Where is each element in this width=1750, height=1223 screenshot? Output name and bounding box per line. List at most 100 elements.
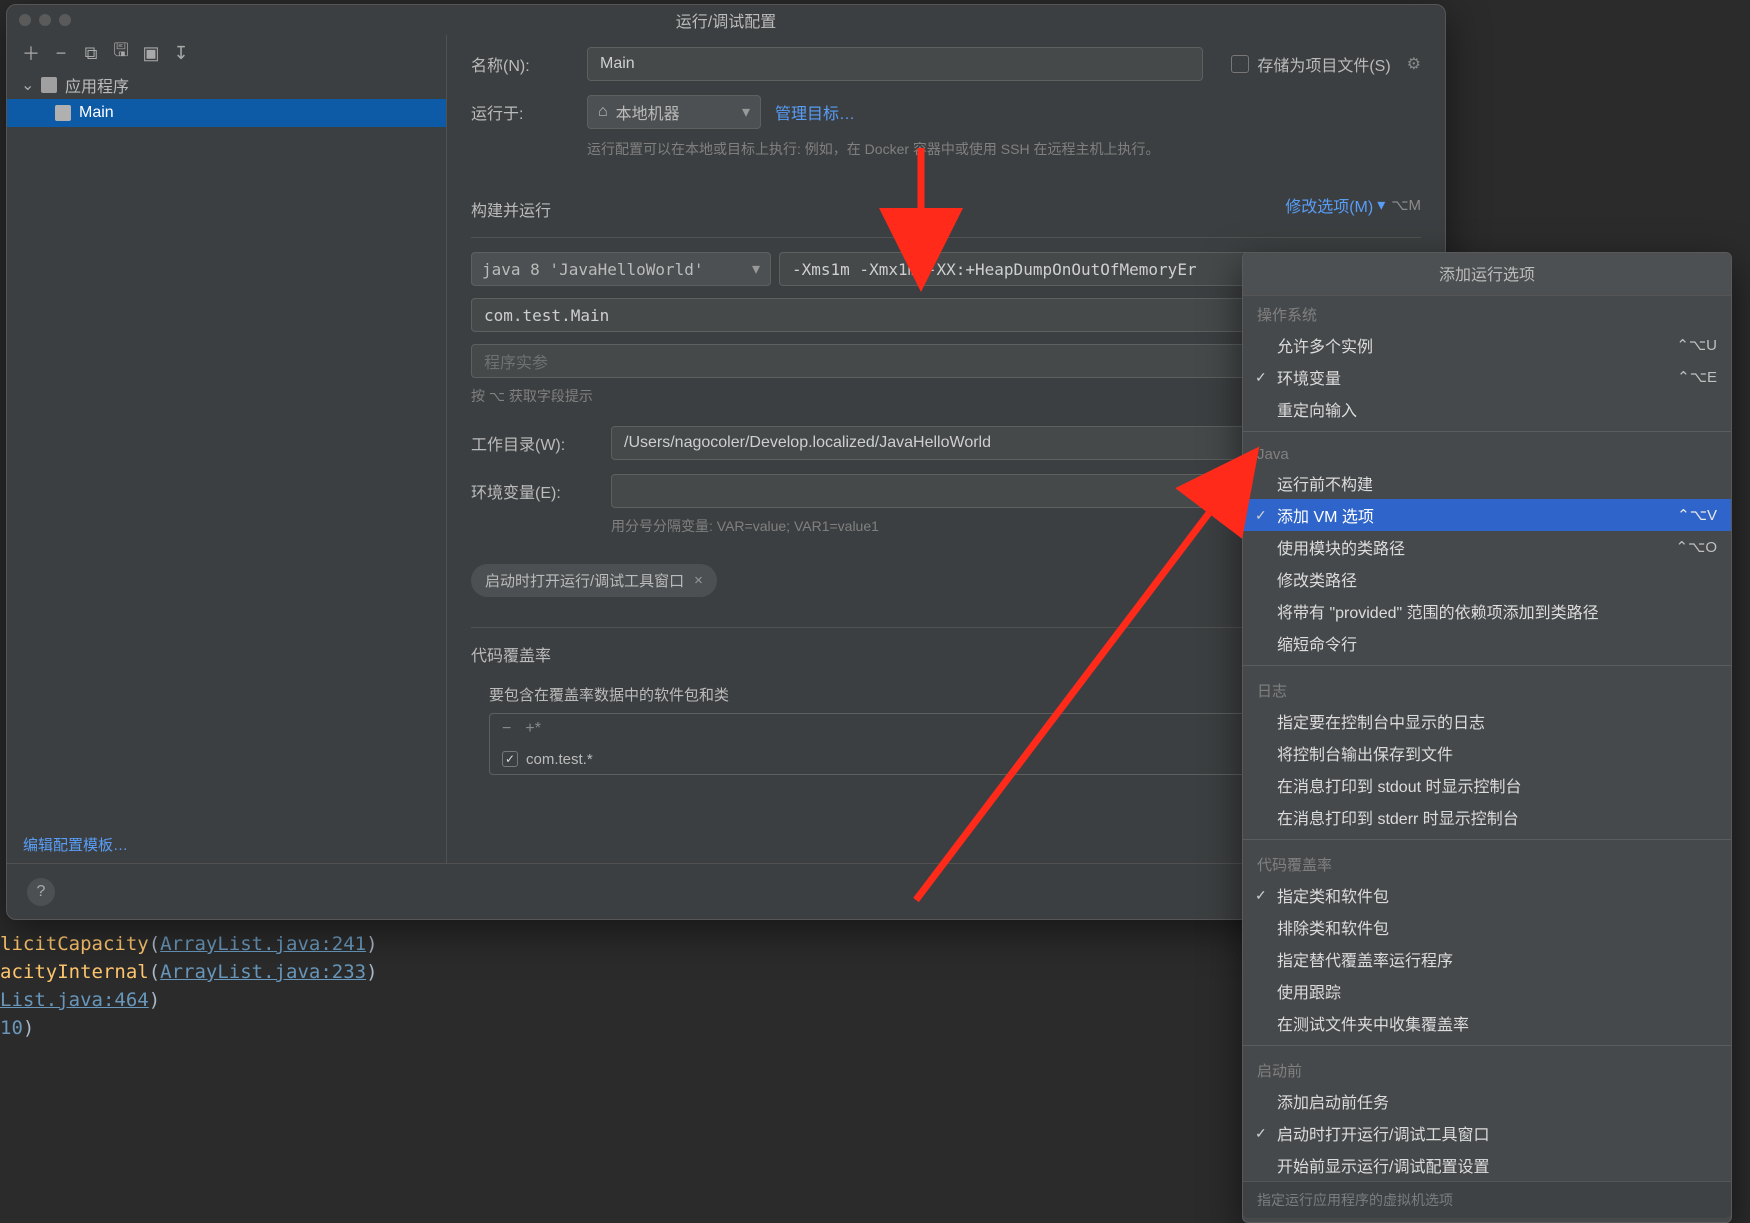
popup-item-label: 缩短命令行 [1277,631,1357,655]
popup-item[interactable]: ✓ 添加 VM 选项 ⌃⌥V [1243,499,1731,531]
popup-item-label: 使用模块的类路径 [1277,535,1405,559]
workdir-label: 工作目录(W): [471,431,611,455]
jdk-combo[interactable]: java 8 'JavaHelloWorld' ▾ [471,252,771,286]
popup-item-label: 开始前显示运行/调试配置设置 [1277,1153,1489,1177]
popup-group-label: 启动前 [1243,1052,1731,1085]
tree-node-main[interactable]: Main [7,99,446,127]
name-input[interactable]: Main [587,47,1203,81]
env-label: 环境变量(E): [471,479,611,503]
popup-item-label: 指定替代覆盖率运行程序 [1277,947,1453,971]
help-button[interactable]: ? [27,878,55,906]
popup-item-shortcut: ⌃⌥O [1675,538,1717,556]
popup-item[interactable]: 在消息打印到 stdout 时显示控制台 [1243,769,1731,801]
popup-group-label: 日志 [1243,672,1731,705]
add-icon[interactable]: ＋ [21,40,41,66]
run-debug-config-dialog: 运行/调试配置 ＋ − ⧉ 🖫 ▣ ↧ ⌄ 应用程序 Main [6,4,1446,920]
popup-item-label: 将控制台输出保存到文件 [1277,741,1453,765]
env-hint: 用分号分隔变量: VAR=value; VAR1=value1 [611,516,879,536]
popup-item[interactable]: 添加启动前任务 [1243,1085,1731,1117]
popup-item-label: 指定要在控制台中显示的日志 [1277,709,1485,733]
sidebar-toolbar: ＋ − ⧉ 🖫 ▣ ↧ [7,35,446,71]
dialog-footer: ? 取消 应 [7,863,1445,919]
run-on-hint: 运行配置可以在本地或目标上执行: 例如，在 Docker 容器中或使用 SSH … [587,139,1159,159]
gear-icon[interactable]: ⚙ [1407,54,1421,74]
popup-item-label: 添加启动前任务 [1277,1089,1389,1113]
popup-item-label: 在消息打印到 stdout 时显示控制台 [1277,773,1521,797]
copy-icon[interactable]: ⧉ [81,43,101,64]
popup-item[interactable]: 指定替代覆盖率运行程序 [1243,943,1731,975]
check-icon: ✓ [1255,369,1267,386]
popup-item-label: 启动时打开运行/调试工具窗口 [1277,1121,1489,1145]
tree-node-application[interactable]: ⌄ 应用程序 [7,71,446,99]
popup-item-label: 运行前不构建 [1277,471,1373,495]
popup-item[interactable]: 在测试文件夹中收集覆盖率 [1243,1007,1731,1039]
run-config-icon [55,105,71,121]
popup-item-label: 允许多个实例 [1277,333,1373,357]
popup-title: 添加运行选项 [1243,253,1731,296]
popup-item[interactable]: ✓指定类和软件包 [1243,879,1731,911]
popup-item-shortcut: ⌃⌥E [1677,368,1717,386]
store-as-project-file[interactable]: 存储为项目文件(S) ⚙ [1231,52,1421,76]
popup-item-label: 重定向输入 [1277,397,1357,421]
popup-item-label: 环境变量 [1277,365,1341,389]
popup-item[interactable]: 使用模块的类路径 ⌃⌥O [1243,531,1731,563]
popup-item[interactable]: 将控制台输出保存到文件 [1243,737,1731,769]
popup-item[interactable]: ✓ 启动时打开运行/调试工具窗口 [1243,1117,1731,1149]
check-icon: ✓ [1255,1125,1267,1142]
popup-item[interactable]: ✓ 环境变量 ⌃⌥E [1243,361,1731,393]
config-sidebar: ＋ − ⧉ 🖫 ▣ ↧ ⌄ 应用程序 Main 编辑配置模板… [7,35,447,863]
config-tree: ⌄ 应用程序 Main [7,71,446,825]
run-on-combo[interactable]: ⌂ 本地机器 ▾ [587,95,761,129]
add-icon[interactable]: +* [525,720,541,738]
save-icon[interactable]: 🖫 [111,38,131,68]
popup-item-label: 添加 VM 选项 [1277,503,1374,527]
window-controls[interactable] [19,14,71,26]
popup-item[interactable]: 缩短命令行 [1243,627,1731,659]
close-icon[interactable]: × [694,572,703,589]
popup-item[interactable]: 允许多个实例 ⌃⌥U [1243,329,1731,361]
modify-shortcut: ⌥M [1391,196,1421,214]
popup-item-label: 在测试文件夹中收集覆盖率 [1277,1011,1469,1035]
open-tool-window-tag[interactable]: 启动时打开运行/调试工具窗口 × [471,564,717,597]
popup-item[interactable]: 指定要在控制台中显示的日志 [1243,705,1731,737]
popup-item[interactable]: 运行前不构建 [1243,467,1731,499]
home-icon: ⌂ [598,103,608,121]
chevron-down-icon: ▾ [742,102,750,122]
popup-footer-hint: 指定运行应用程序的虚拟机选项 [1243,1181,1731,1218]
remove-icon[interactable]: − [502,720,511,738]
popup-item-label: 修改类路径 [1277,567,1357,591]
edit-templates-link[interactable]: 编辑配置模板… [23,834,128,855]
popup-item[interactable]: 在消息打印到 stderr 时显示控制台 [1243,801,1731,833]
build-and-run-title: 构建并运行 [471,197,551,221]
titlebar: 运行/调试配置 [7,5,1445,35]
popup-item[interactable]: 修改类路径 [1243,563,1731,595]
popup-item[interactable]: 重定向输入 [1243,393,1731,425]
name-label: 名称(N): [471,52,587,76]
checkbox-icon[interactable] [1231,55,1249,73]
tree-label: Main [79,104,114,122]
popup-item-shortcut: ⌃⌥U [1676,336,1717,354]
popup-item-shortcut: ⌃⌥V [1677,506,1717,524]
modify-options-link[interactable]: 修改选项(M)▾ [1285,193,1385,217]
chevron-down-icon: ▾ [1377,195,1385,215]
popup-item-label: 排除类和软件包 [1277,915,1389,939]
popup-item[interactable]: 开始前显示运行/调试配置设置 [1243,1149,1731,1181]
popup-group-label: 操作系统 [1243,296,1731,329]
checkbox-icon[interactable]: ✓ [502,751,518,767]
popup-item-label: 将带有 "provided" 范围的依赖项添加到类路径 [1277,599,1599,623]
tree-label: 应用程序 [65,73,129,97]
popup-item-label: 在消息打印到 stderr 时显示控制台 [1277,805,1519,829]
manage-targets-link[interactable]: 管理目标… [775,100,855,124]
check-icon: ✓ [1255,507,1267,524]
add-run-options-popup: 添加运行选项 操作系统允许多个实例⌃⌥U✓环境变量⌃⌥E重定向输入Java运行前… [1242,252,1732,1223]
run-on-label: 运行于: [471,100,587,124]
popup-item[interactable]: 排除类和软件包 [1243,911,1731,943]
popup-item[interactable]: 使用跟踪 [1243,975,1731,1007]
chevron-down-icon: ▾ [752,259,760,279]
sort-icon[interactable]: ↧ [171,43,191,64]
popup-item[interactable]: 将带有 "provided" 范围的依赖项添加到类路径 [1243,595,1731,627]
application-type-icon [41,77,57,93]
folder-icon[interactable]: ▣ [141,43,161,64]
popup-item-label: 使用跟踪 [1277,979,1341,1003]
remove-icon[interactable]: − [51,43,71,64]
